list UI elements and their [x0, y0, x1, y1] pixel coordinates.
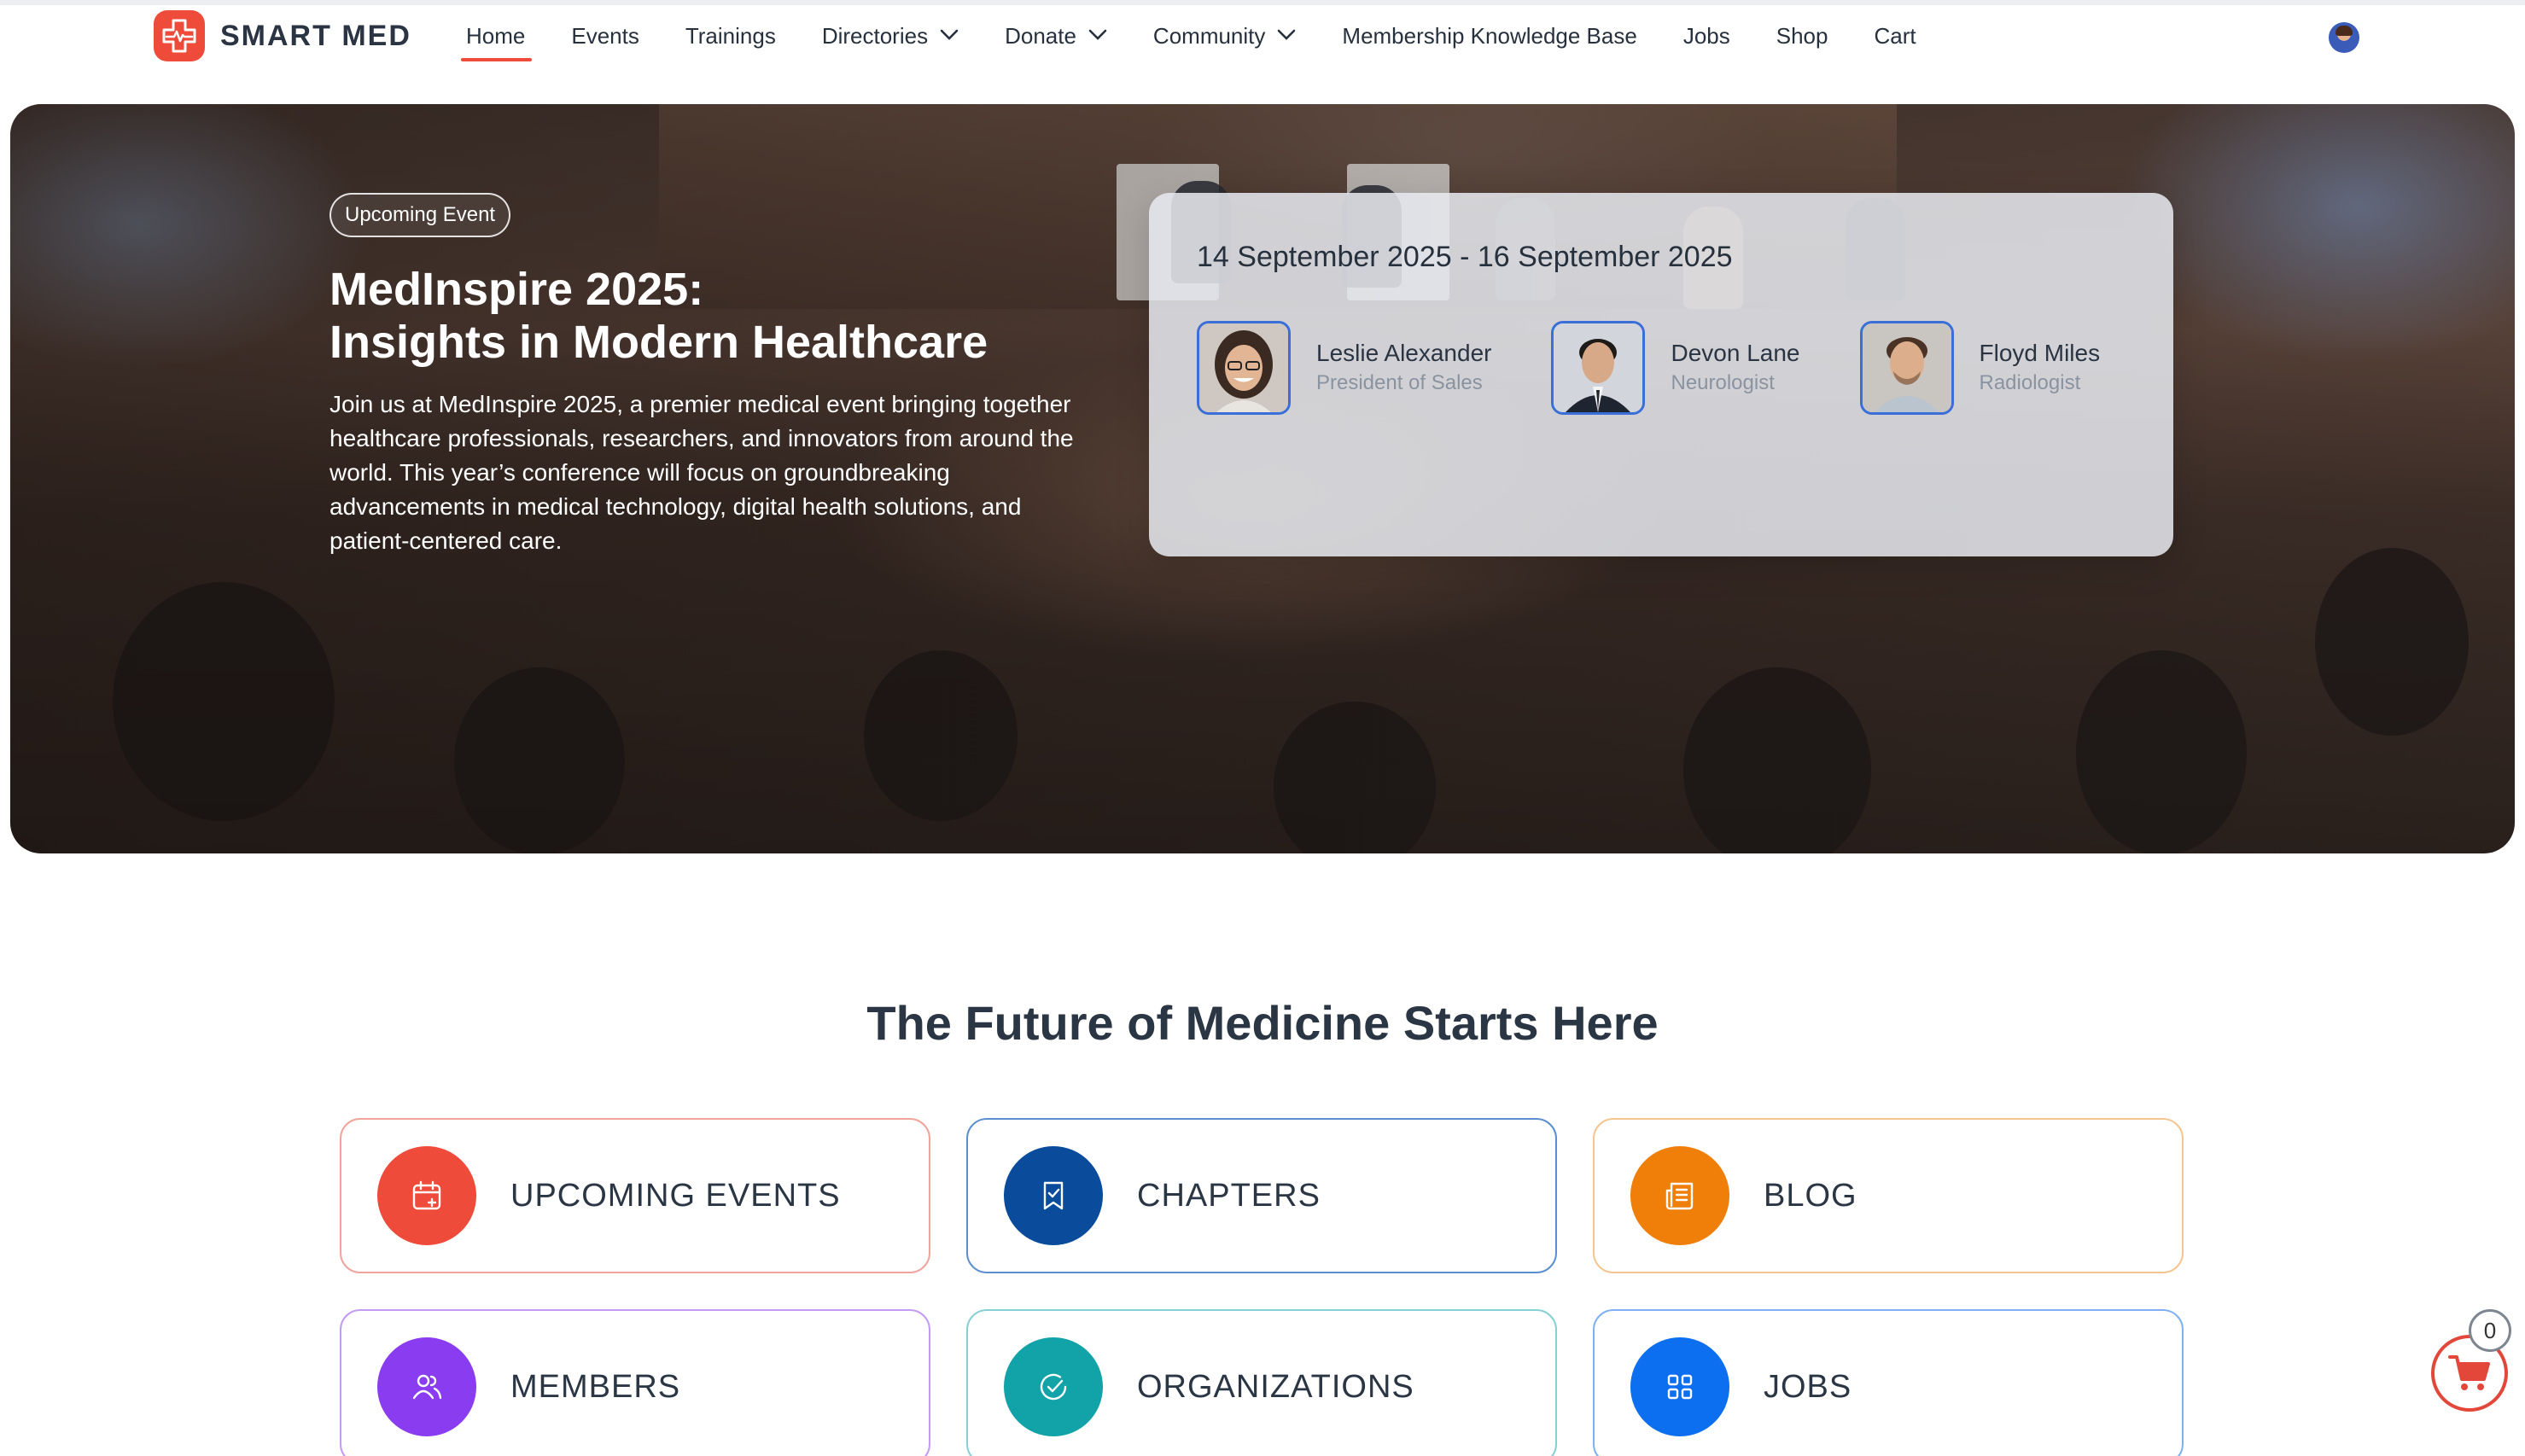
speaker-name: Floyd Miles [1979, 340, 2101, 366]
top-border [0, 0, 2525, 5]
hero-title: MedInspire 2025: Insights in Modern Heal… [329, 263, 1098, 369]
tile-label: CHAPTERS [1137, 1177, 1321, 1214]
site-header: SMART MED Home Events Trainings Director… [0, 0, 2525, 104]
tile-organizations[interactable]: ORGANIZATIONS [966, 1309, 1557, 1456]
cart-count-badge: 0 [2469, 1309, 2511, 1352]
user-avatar[interactable] [2329, 22, 2359, 53]
hero-title-line-1: MedInspire 2025: [329, 264, 704, 315]
speaker-info: Floyd Miles Radiologist [1980, 338, 2101, 398]
tile-label: UPCOMING EVENTS [510, 1177, 841, 1214]
nav-label: Donate [1005, 23, 1076, 49]
speaker-card[interactable]: Floyd Miles Radiologist [1859, 321, 2101, 415]
nav-label: Jobs [1682, 23, 1730, 49]
chevron-down-icon [1088, 29, 1107, 40]
nav-directories[interactable]: Directories [822, 17, 959, 61]
grid-icon [1630, 1337, 1729, 1436]
nav-label: Membership Knowledge Base [1342, 23, 1637, 49]
nav-label: Trainings [685, 23, 776, 49]
speaker-info: Devon Lane Neurologist [1671, 338, 1799, 398]
brand-name: SMART MED [220, 19, 411, 52]
event-date-range: 14 September 2025 - 16 September 2025 [1197, 241, 1733, 273]
tile-jobs[interactable]: JOBS [1593, 1309, 2184, 1456]
speaker-list: Leslie Alexander President of Sales Devo… [1197, 321, 2100, 415]
speaker-role: Neurologist [1671, 371, 1775, 394]
speaker-card[interactable]: Devon Lane Neurologist [1551, 321, 1800, 415]
tile-label: MEMBERS [510, 1368, 681, 1405]
tile-members[interactable]: MEMBERS [340, 1309, 930, 1456]
chevron-down-icon [940, 29, 959, 40]
medical-cross-icon [154, 10, 205, 61]
cart-icon [2448, 1355, 2490, 1390]
section-title: The Future of Medicine Starts Here [866, 996, 1659, 1050]
chevron-down-icon [1278, 29, 1296, 40]
nav-trainings[interactable]: Trainings [685, 17, 776, 61]
tile-label: ORGANIZATIONS [1137, 1368, 1414, 1405]
hero-description: Join us at MedInspire 2025, a premier me… [329, 391, 1074, 554]
speaker-name: Leslie Alexander [1316, 340, 1492, 366]
speaker-role: Radiologist [1979, 371, 2081, 394]
speaker-photo [1197, 321, 1291, 415]
nav-label: Cart [1874, 23, 1916, 49]
nav-label: Community [1152, 23, 1266, 49]
site-logo[interactable]: SMART MED [154, 10, 411, 61]
nav-label: Events [571, 23, 639, 49]
speaker-info: Leslie Alexander President of Sales [1316, 338, 1491, 398]
calendar-plus-icon [377, 1146, 476, 1245]
speaker-photo [1551, 321, 1646, 415]
newspaper-icon [1630, 1146, 1729, 1245]
tile-chapters[interactable]: CHAPTERS [966, 1118, 1557, 1273]
speaker-name: Devon Lane [1671, 340, 1800, 366]
tile-upcoming-events[interactable]: UPCOMING EVENTS [340, 1118, 930, 1273]
nav-donate[interactable]: Donate [1005, 17, 1107, 61]
nav-label: Directories [821, 23, 929, 49]
speaker-photo [1859, 321, 1954, 415]
speaker-card[interactable]: Leslie Alexander President of Sales [1197, 321, 1491, 415]
nav-cart[interactable]: Cart [1874, 17, 1916, 61]
nav-jobs[interactable]: Jobs [1683, 17, 1730, 61]
nav-label: Shop [1776, 23, 1828, 49]
nav-label: Home [466, 23, 526, 49]
tile-blog[interactable]: BLOG [1593, 1118, 2184, 1273]
bookmark-check-icon [1004, 1146, 1103, 1245]
nav-membership-knowledge-base[interactable]: Membership Knowledge Base [1342, 17, 1636, 61]
nav-home[interactable]: Home [460, 17, 533, 61]
users-icon [377, 1337, 476, 1436]
event-details-card: 14 September 2025 - 16 September 2025 Le… [1149, 193, 2173, 556]
tile-label: JOBS [1764, 1368, 1852, 1405]
nav-community[interactable]: Community [1153, 17, 1296, 61]
nav-events[interactable]: Events [571, 17, 639, 61]
tile-label: BLOG [1764, 1177, 1857, 1214]
badge-check-icon [1004, 1337, 1103, 1436]
hero-title-line-2: Insights in Modern Healthcare [329, 317, 988, 368]
upcoming-event-badge: Upcoming Event [329, 193, 511, 237]
speaker-role: President of Sales [1316, 371, 1483, 394]
main-nav: Home Events Trainings Directories Donate… [460, 17, 1962, 68]
nav-shop[interactable]: Shop [1776, 17, 1828, 61]
